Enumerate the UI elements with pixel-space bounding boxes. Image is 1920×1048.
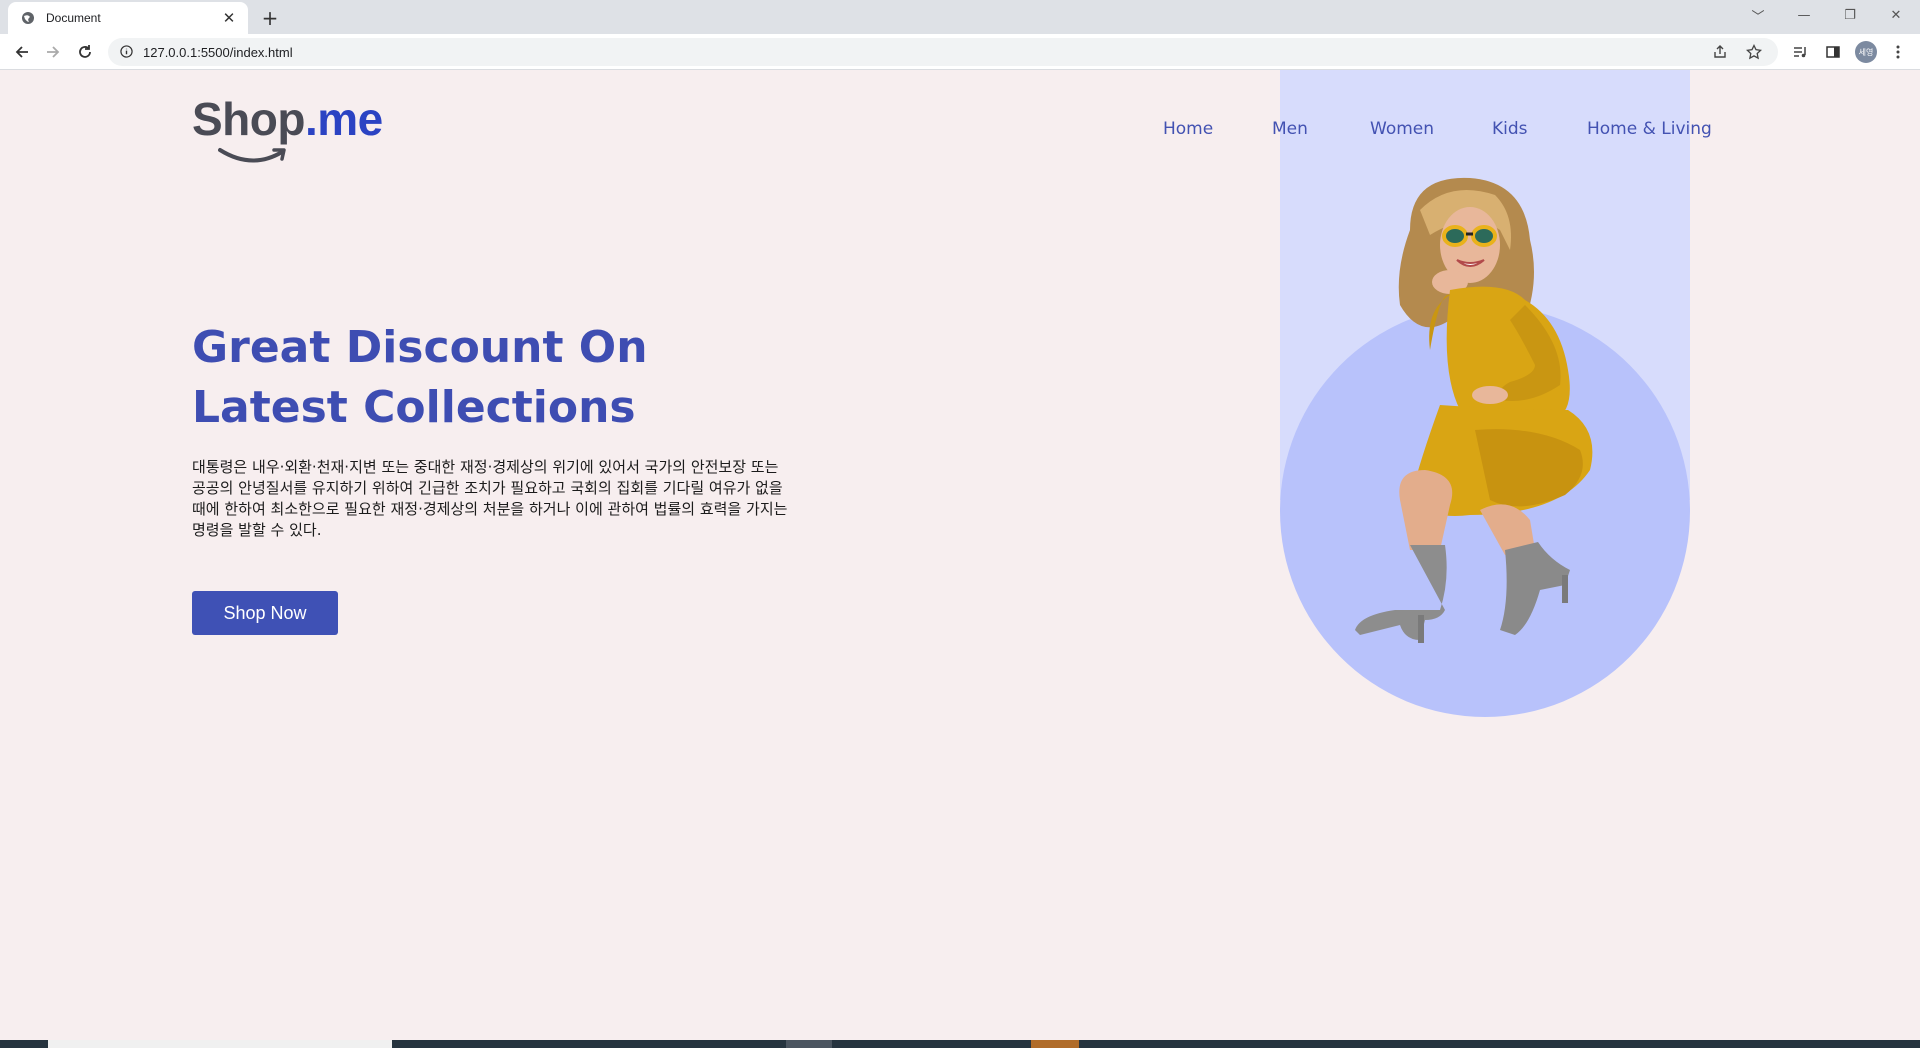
nav-link-men[interactable]: Men	[1272, 119, 1308, 139]
minimize-button[interactable]: —	[1781, 0, 1827, 30]
browser-toolbar: 127.0.0.1:5500/index.html 세영	[0, 34, 1920, 70]
os-taskbar	[0, 1040, 1920, 1048]
forward-arrow-icon[interactable]	[41, 40, 65, 64]
tab-close-icon[interactable]: ✕	[220, 9, 238, 27]
reload-icon[interactable]	[73, 40, 97, 64]
side-panel-icon[interactable]	[1821, 40, 1845, 64]
back-arrow-icon[interactable]	[10, 40, 34, 64]
taskbar-app-icon[interactable]	[1031, 1040, 1079, 1048]
browser-tab-strip: Document ✕ + ﹀ — ❐ ✕	[0, 0, 1920, 34]
new-tab-button[interactable]: +	[258, 6, 282, 30]
hero-description: 대통령은 내우·외환·천재·지변 또는 중대한 재정·경제상의 위기에 있어서 …	[192, 458, 788, 539]
tab-search-icon[interactable]: ﹀	[1735, 0, 1781, 30]
nav-link-kids[interactable]: Kids	[1492, 119, 1528, 139]
main-nav: Home Men Women Kids Home & Living	[0, 119, 1920, 143]
profile-avatar[interactable]: 세영	[1855, 41, 1877, 63]
media-control-icon[interactable]	[1788, 40, 1812, 64]
share-icon[interactable]	[1710, 42, 1730, 62]
shop-now-button[interactable]: Shop Now	[192, 591, 338, 635]
globe-icon	[20, 10, 36, 26]
nav-link-home-living[interactable]: Home & Living	[1587, 119, 1712, 139]
browser-tab[interactable]: Document ✕	[8, 2, 248, 34]
fashion-model-image	[1355, 177, 1593, 643]
hero-title: Great Discount On Latest Collections	[192, 322, 648, 433]
nav-link-women[interactable]: Women	[1370, 119, 1434, 139]
close-window-button[interactable]: ✕	[1873, 0, 1919, 30]
smile-arrow-icon	[218, 148, 286, 163]
nav-link-home[interactable]: Home	[1163, 119, 1213, 139]
info-icon[interactable]	[120, 43, 133, 62]
more-menu-icon[interactable]	[1886, 40, 1910, 64]
taskbar-app-icon[interactable]	[786, 1040, 832, 1048]
tab-title: Document	[46, 11, 101, 25]
bookmark-star-icon[interactable]	[1744, 42, 1764, 62]
taskbar-search-box[interactable]	[48, 1040, 392, 1048]
url-text: 127.0.0.1:5500/index.html	[143, 44, 293, 60]
address-bar[interactable]: 127.0.0.1:5500/index.html	[108, 38, 1778, 66]
restore-button[interactable]: ❐	[1827, 0, 1873, 30]
